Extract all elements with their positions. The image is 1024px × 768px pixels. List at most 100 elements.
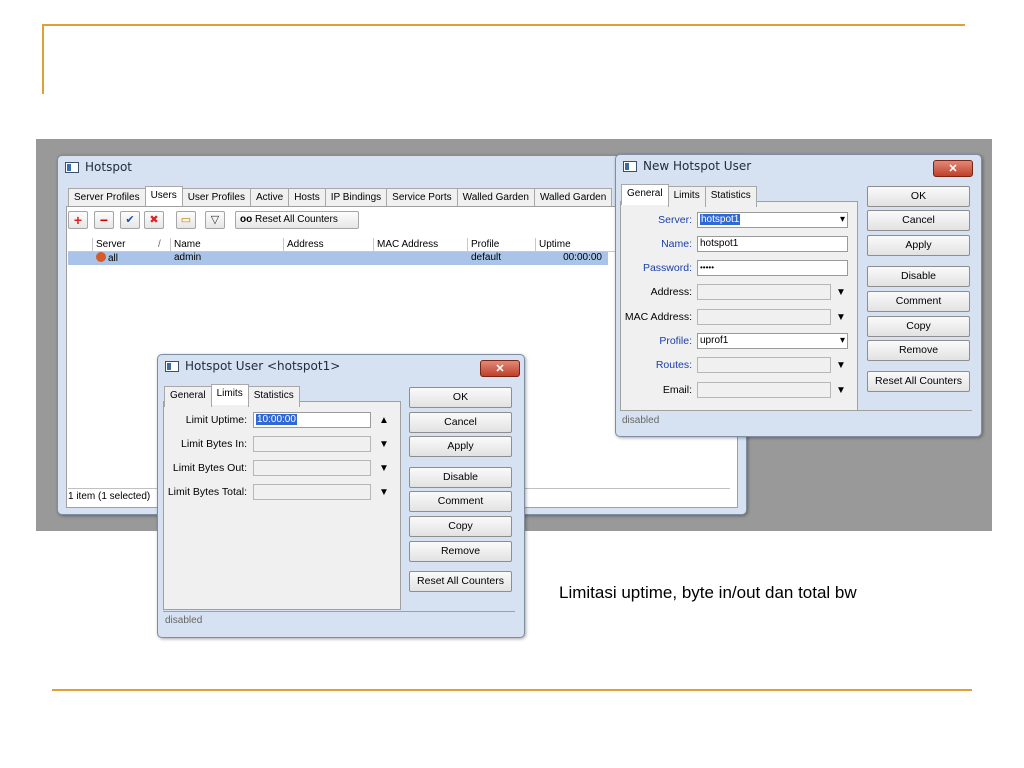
top-rule-vertical xyxy=(42,24,44,94)
password-label: Password: xyxy=(642,262,692,274)
apply-button[interactable]: Apply xyxy=(409,436,512,457)
row-address xyxy=(284,252,374,264)
ok-button[interactable]: OK xyxy=(867,186,970,207)
reset-all-counters-button[interactable]: oo Reset All Counters xyxy=(235,211,359,229)
col-server-label: Server xyxy=(96,239,126,250)
enable-button[interactable]: ✔ xyxy=(120,211,140,229)
header-spacer xyxy=(68,238,93,251)
table-row[interactable]: all admin default 00:00:00 xyxy=(68,252,608,265)
user-dialog-status-divider xyxy=(163,611,515,612)
comment-button[interactable]: ▭ xyxy=(176,211,196,229)
limit-bytes-in-field[interactable] xyxy=(253,436,371,452)
close-button[interactable]: ✕ xyxy=(933,160,973,177)
server-select[interactable]: hotspot1 ▾ xyxy=(697,212,848,228)
limit-bytes-out-field[interactable] xyxy=(253,460,371,476)
tab-statistics[interactable]: Statistics xyxy=(247,386,300,407)
hotspot-title: Hotspot xyxy=(85,160,132,174)
dropdown-arrow-icon[interactable]: ▼ xyxy=(379,439,389,450)
col-server[interactable]: Server / xyxy=(93,238,171,251)
profile-select[interactable]: uprof1 ▾ xyxy=(697,333,848,349)
reset-all-counters-button[interactable]: Reset All Counters xyxy=(409,571,512,592)
disable-button[interactable]: Disable xyxy=(867,266,970,287)
new-user-dialog-title: New Hotspot User xyxy=(643,159,752,173)
password-value: ••••• xyxy=(700,263,715,272)
email-field[interactable] xyxy=(697,382,831,398)
new-user-dialog-tabs: General Limits Statistics xyxy=(621,184,757,207)
filter-icon: ▽ xyxy=(210,214,220,226)
counter-icon: oo xyxy=(240,214,253,225)
disable-button[interactable]: ✖ xyxy=(144,211,164,229)
col-address[interactable]: Address xyxy=(284,238,374,251)
bottom-rule xyxy=(52,689,972,691)
row-server-cell: all xyxy=(93,252,171,264)
check-icon: ✔ xyxy=(125,214,135,226)
remove-button[interactable]: − xyxy=(94,211,114,229)
close-button[interactable]: ✕ xyxy=(480,360,520,377)
tab-limits[interactable]: Limits xyxy=(667,186,706,207)
email-label: Email: xyxy=(662,384,692,396)
col-mac-address[interactable]: MAC Address xyxy=(374,238,468,251)
row-uptime: 00:00:00 xyxy=(563,252,602,263)
server-label: Server: xyxy=(658,214,692,226)
filter-button[interactable]: ▽ xyxy=(205,211,225,229)
address-label: Address: xyxy=(650,286,692,298)
remove-button[interactable]: Remove xyxy=(409,541,512,562)
copy-button[interactable]: Copy xyxy=(867,316,970,337)
new-user-dialog-status: disabled xyxy=(622,415,660,426)
profile-value: uprof1 xyxy=(700,335,729,346)
dropdown-arrow-icon[interactable]: ▼ xyxy=(836,360,846,371)
tab-limits[interactable]: Limits xyxy=(210,384,249,405)
limit-uptime-field[interactable]: 10:00:00 xyxy=(253,412,371,428)
limit-bytes-total-field[interactable] xyxy=(253,484,371,500)
address-field[interactable] xyxy=(697,284,831,300)
disable-button[interactable]: Disable xyxy=(409,467,512,488)
user-dialog-titlebar[interactable]: Hotspot User <hotspot1> ✕ xyxy=(158,355,524,379)
select-toggle-icon: ▾ xyxy=(839,214,845,225)
reset-all-counters-label: Reset All Counters xyxy=(255,214,338,225)
cross-icon: ✖ xyxy=(149,214,159,226)
reset-all-counters-button[interactable]: Reset All Counters xyxy=(867,371,970,392)
remove-button[interactable]: Remove xyxy=(867,340,970,361)
tab-statistics[interactable]: Statistics xyxy=(704,186,757,207)
user-dialog-body xyxy=(163,401,401,610)
collapse-arrow-icon[interactable]: ▲ xyxy=(379,415,389,426)
cancel-button[interactable]: Cancel xyxy=(409,412,512,433)
user-dialog-status: disabled xyxy=(165,615,203,626)
col-uptime[interactable]: Uptime xyxy=(536,238,606,251)
routes-label: Routes: xyxy=(655,359,692,371)
col-profile[interactable]: Profile xyxy=(468,238,536,251)
tab-users[interactable]: Users xyxy=(144,186,183,207)
col-name[interactable]: Name xyxy=(171,238,284,251)
comment-button[interactable]: Comment xyxy=(867,291,970,312)
close-icon: ✕ xyxy=(495,363,505,375)
tab-general[interactable]: General xyxy=(621,184,669,205)
dropdown-arrow-icon[interactable]: ▼ xyxy=(836,385,846,396)
slide-caption: Limitasi uptime, byte in/out dan total b… xyxy=(559,583,857,602)
note-icon: ▭ xyxy=(180,214,192,226)
new-user-status-divider xyxy=(620,410,972,411)
window-icon xyxy=(623,161,637,172)
window-icon xyxy=(165,361,179,372)
hotspot-status: 1 item (1 selected) xyxy=(68,491,151,502)
routes-field[interactable] xyxy=(697,357,831,373)
copy-button[interactable]: Copy xyxy=(409,516,512,537)
password-field[interactable]: ••••• xyxy=(697,260,848,276)
name-field[interactable]: hotspot1 xyxy=(697,236,848,252)
new-user-dialog-titlebar[interactable]: New Hotspot User ✕ xyxy=(616,155,981,179)
limit-uptime-value: 10:00:00 xyxy=(256,414,297,425)
mac-address-field[interactable] xyxy=(697,309,831,325)
dropdown-arrow-icon[interactable]: ▼ xyxy=(379,487,389,498)
server-value: hotspot1 xyxy=(700,214,741,225)
name-value: hotspot1 xyxy=(700,238,739,249)
row-server: all xyxy=(108,253,119,264)
apply-button[interactable]: Apply xyxy=(867,235,970,256)
comment-button[interactable]: Comment xyxy=(409,491,512,512)
dropdown-arrow-icon[interactable]: ▼ xyxy=(836,287,846,298)
add-button[interactable]: + xyxy=(68,211,88,229)
dropdown-arrow-icon[interactable]: ▼ xyxy=(379,463,389,474)
ok-button[interactable]: OK xyxy=(409,387,512,408)
user-dialog-tabs: General Limits Statistics xyxy=(164,384,300,407)
tab-general[interactable]: General xyxy=(164,386,212,407)
cancel-button[interactable]: Cancel xyxy=(867,210,970,231)
dropdown-arrow-icon[interactable]: ▼ xyxy=(836,312,846,323)
